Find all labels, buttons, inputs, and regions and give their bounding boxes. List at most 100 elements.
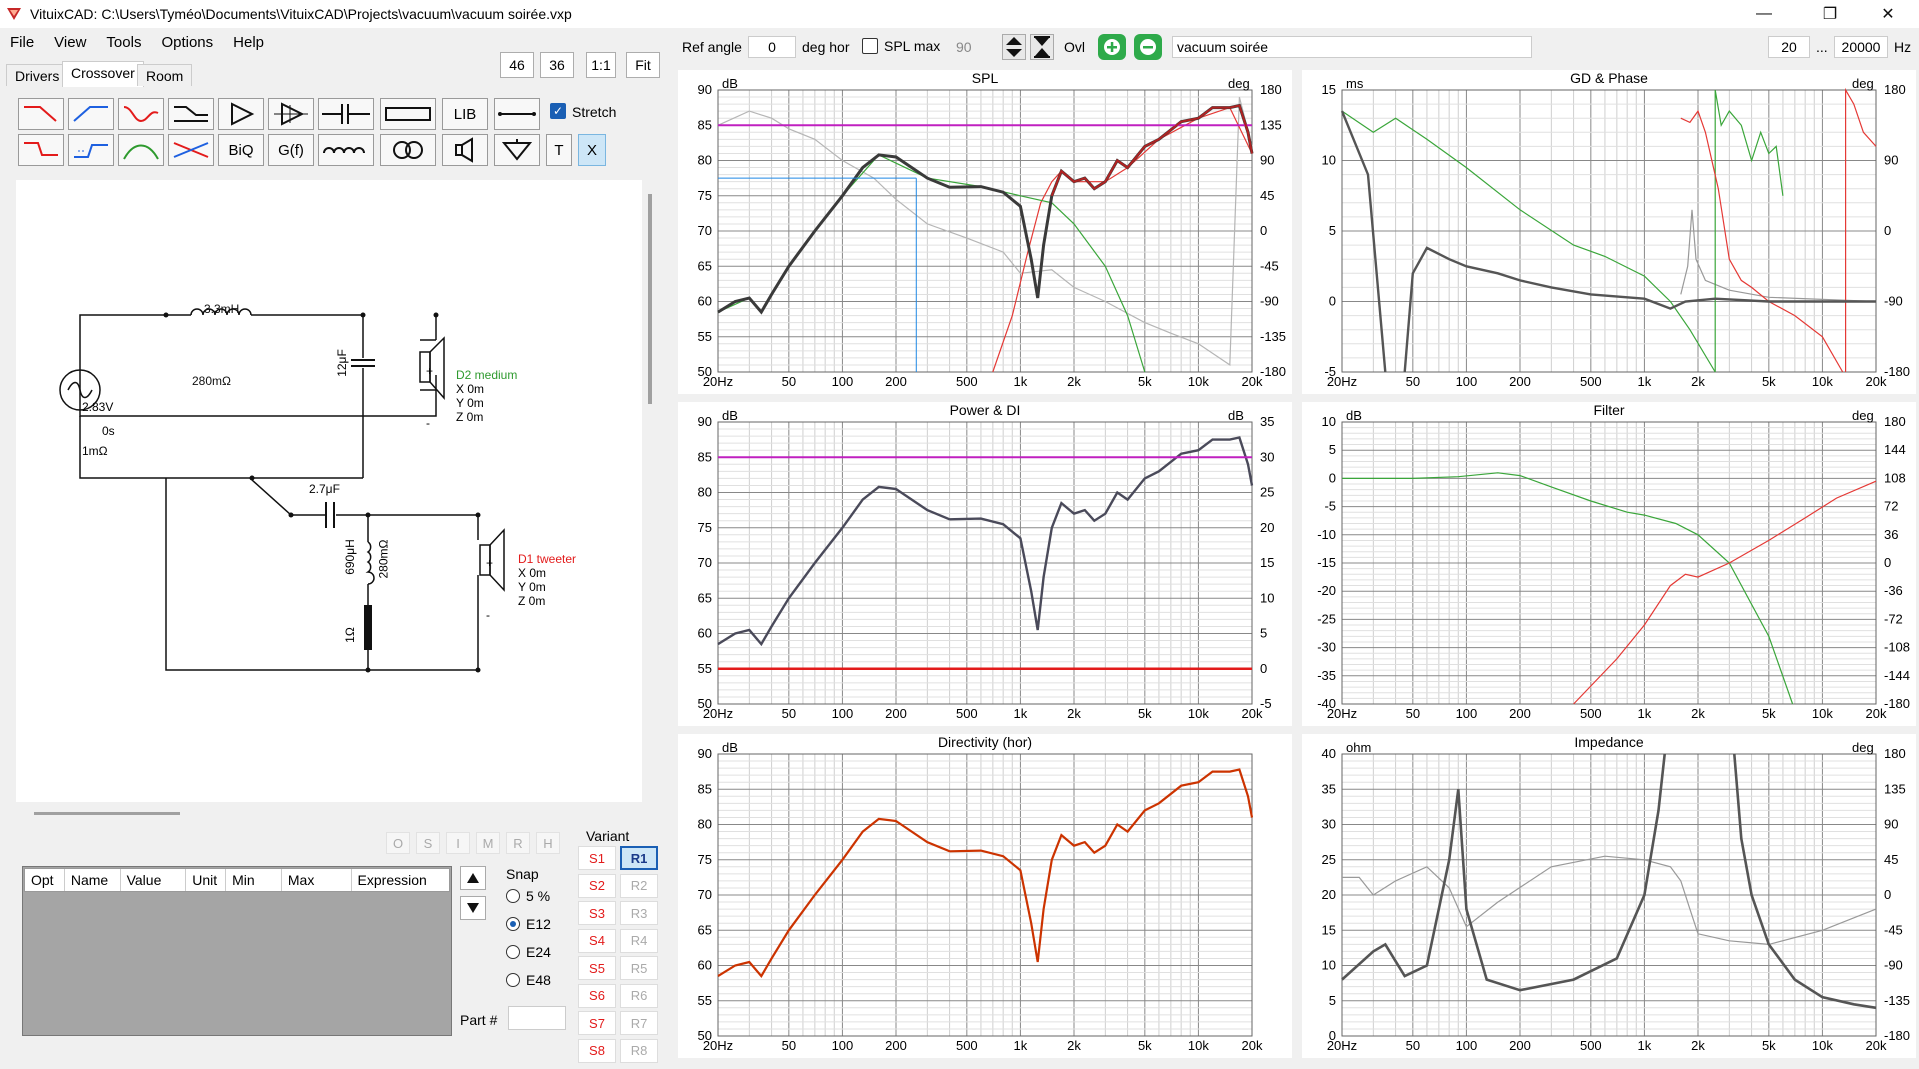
move-down-button[interactable] bbox=[460, 896, 486, 920]
variant-r7-button[interactable]: R7 bbox=[620, 1011, 658, 1035]
transfer-function-button[interactable]: G(f) bbox=[268, 134, 314, 166]
tab-crossover[interactable]: Crossover bbox=[62, 61, 144, 87]
add-overlay-button[interactable] bbox=[1098, 34, 1126, 60]
move-up-button[interactable] bbox=[460, 866, 486, 890]
ref-angle-input[interactable]: 0 bbox=[748, 36, 796, 58]
tab-drivers[interactable]: Drivers bbox=[6, 64, 69, 86]
freq-from-input[interactable]: 20 bbox=[1768, 36, 1810, 58]
d1-name[interactable]: D1 tweeter bbox=[518, 552, 576, 566]
inductor-button[interactable] bbox=[318, 134, 374, 166]
allpass-button[interactable] bbox=[168, 134, 214, 166]
d2-name[interactable]: D2 medium bbox=[456, 368, 517, 382]
maximize-button[interactable]: ❐ bbox=[1807, 0, 1853, 28]
x-button[interactable]: X bbox=[578, 134, 606, 166]
notch-button[interactable] bbox=[118, 98, 164, 130]
amp-button[interactable] bbox=[268, 98, 314, 130]
variant-s6-button[interactable]: S6 bbox=[578, 983, 616, 1008]
col-min[interactable]: Min bbox=[226, 869, 282, 891]
spl-spinner[interactable] bbox=[1002, 34, 1026, 60]
collapse-button[interactable] bbox=[1030, 34, 1054, 60]
source-delay[interactable]: 0s bbox=[102, 424, 115, 438]
variant-r8-button[interactable]: R8 bbox=[620, 1038, 658, 1063]
directivity-graph[interactable]: 90 85 80 75 70 65 60 55 50 20Hz 50 100 200 500 1k 2k 5k 1… bbox=[678, 734, 1292, 1058]
zoom-fit-button[interactable]: Fit bbox=[626, 52, 660, 78]
wire-button[interactable] bbox=[494, 98, 540, 130]
spl-graph[interactable]: 90 85 80 75 70 65 60 55 50 180 135 90 45 0 -45 -90 -135-… bbox=[678, 70, 1292, 394]
lib-button[interactable]: LIB bbox=[442, 98, 488, 130]
highpass-button[interactable] bbox=[68, 98, 114, 130]
zoom-36-button[interactable]: 36 bbox=[540, 52, 574, 78]
menu-file[interactable]: File bbox=[0, 30, 44, 56]
part-number-input[interactable] bbox=[508, 1006, 566, 1030]
remove-overlay-button[interactable] bbox=[1134, 34, 1162, 60]
menu-view[interactable]: View bbox=[44, 30, 96, 56]
menu-help[interactable]: Help bbox=[223, 30, 274, 56]
variant-r5-button[interactable]: R5 bbox=[620, 956, 658, 980]
zoom-46-button[interactable]: 46 bbox=[500, 52, 534, 78]
driver-button[interactable] bbox=[442, 134, 488, 166]
variant-r1-button[interactable]: R1 bbox=[620, 846, 658, 870]
variant-s8-button[interactable]: S8 bbox=[578, 1038, 616, 1063]
col-opt[interactable]: Opt bbox=[25, 869, 65, 891]
op-i-button[interactable]: I bbox=[446, 832, 470, 854]
col-value[interactable]: Value bbox=[121, 869, 187, 891]
op-h-button[interactable]: H bbox=[536, 832, 560, 854]
menu-tools[interactable]: Tools bbox=[96, 30, 151, 56]
op-s-button[interactable]: S bbox=[416, 832, 440, 854]
col-expression[interactable]: Expression bbox=[352, 869, 449, 891]
buffer-button[interactable] bbox=[218, 98, 264, 130]
op-m-button[interactable]: M bbox=[476, 832, 500, 854]
biquad-button[interactable]: BiQ bbox=[218, 134, 264, 166]
variant-s2-button[interactable]: S2 bbox=[578, 873, 616, 898]
snap-5pct-radio[interactable]: 5 % bbox=[506, 888, 550, 904]
col-name[interactable]: Name bbox=[65, 869, 121, 891]
highpass2-button[interactable] bbox=[68, 134, 114, 166]
schematic-canvas[interactable]: 3.3mH 280mΩ 2.83V 0s 1mΩ 12μF D2 medium … bbox=[16, 180, 642, 802]
capacitor-button[interactable] bbox=[318, 98, 374, 130]
transformer-button[interactable] bbox=[380, 134, 436, 166]
gd-phase-graph[interactable]: 15 10 5 0 -5 180 90 0 -90 -180 20Hz 50 100 200 500 1k 2k… bbox=[1302, 70, 1916, 394]
variant-s5-button[interactable]: S5 bbox=[578, 956, 616, 980]
freq-to-input[interactable]: 20000 bbox=[1834, 36, 1888, 58]
l1-resistance[interactable]: 280mΩ bbox=[192, 374, 231, 388]
c1-value[interactable]: 12μF bbox=[335, 349, 349, 377]
schematic-vertical-scrollbar[interactable] bbox=[648, 194, 652, 404]
close-button[interactable]: ✕ bbox=[1865, 0, 1911, 28]
menu-options[interactable]: Options bbox=[151, 30, 223, 56]
impedance-graph[interactable]: 40 35 30 25 20 15 10 5 0 180 135 90 45 0 -45 -90 -135 -18… bbox=[1302, 734, 1916, 1058]
stretch-checkbox[interactable]: ✓ bbox=[550, 103, 566, 119]
variant-s4-button[interactable]: S4 bbox=[578, 928, 616, 953]
schematic-horizontal-scrollbar[interactable] bbox=[34, 812, 180, 815]
variant-s3-button[interactable]: S3 bbox=[578, 901, 616, 925]
variant-r4-button[interactable]: R4 bbox=[620, 928, 658, 953]
lowpass2-button[interactable] bbox=[18, 134, 64, 166]
variant-s7-button[interactable]: S7 bbox=[578, 1011, 616, 1035]
op-r-button[interactable]: R bbox=[506, 832, 530, 854]
bandpass-button[interactable] bbox=[118, 134, 164, 166]
l2-value[interactable]: 690μH bbox=[343, 539, 357, 575]
ground-button[interactable] bbox=[494, 134, 540, 166]
source-voltage[interactable]: 2.83V bbox=[82, 400, 113, 414]
spl-max-value[interactable]: 90 bbox=[956, 39, 972, 55]
tab-room[interactable]: Room bbox=[137, 64, 193, 86]
variant-s1-button[interactable]: S1 bbox=[578, 846, 616, 870]
snap-e12-radio[interactable]: E12 bbox=[506, 916, 551, 932]
power-di-graph[interactable]: 90 85 80 75 70 65 60 55 50 35 30 25 20 15 10 5 0 -5 20Hz 50… bbox=[678, 402, 1292, 726]
spl-max-checkbox[interactable] bbox=[862, 38, 878, 54]
overlay-name-input[interactable]: vacuum soirée bbox=[1172, 36, 1532, 58]
zoom-1to1-button[interactable]: 1:1 bbox=[586, 52, 616, 78]
c2-value[interactable]: 2.7μF bbox=[309, 482, 340, 496]
op-o-button[interactable]: O bbox=[386, 832, 410, 854]
source-resistance[interactable]: 1mΩ bbox=[82, 444, 108, 458]
resistor-button[interactable] bbox=[380, 98, 436, 130]
r1-value[interactable]: 1Ω bbox=[343, 627, 357, 643]
minimize-button[interactable]: — bbox=[1741, 0, 1787, 28]
l1-value[interactable]: 3.3mH bbox=[204, 302, 239, 316]
variant-r2-button[interactable]: R2 bbox=[620, 873, 658, 898]
t-button[interactable]: T bbox=[546, 134, 572, 166]
lowpass-button[interactable] bbox=[18, 98, 64, 130]
filter-graph[interactable]: 10 5 0 -5 -10 -15 -20 -25 -30 -35 -40 180 144 108 72 36… bbox=[1302, 402, 1916, 726]
col-max[interactable]: Max bbox=[282, 869, 352, 891]
snap-e24-radio[interactable]: E24 bbox=[506, 944, 551, 960]
variant-r6-button[interactable]: R6 bbox=[620, 983, 658, 1008]
